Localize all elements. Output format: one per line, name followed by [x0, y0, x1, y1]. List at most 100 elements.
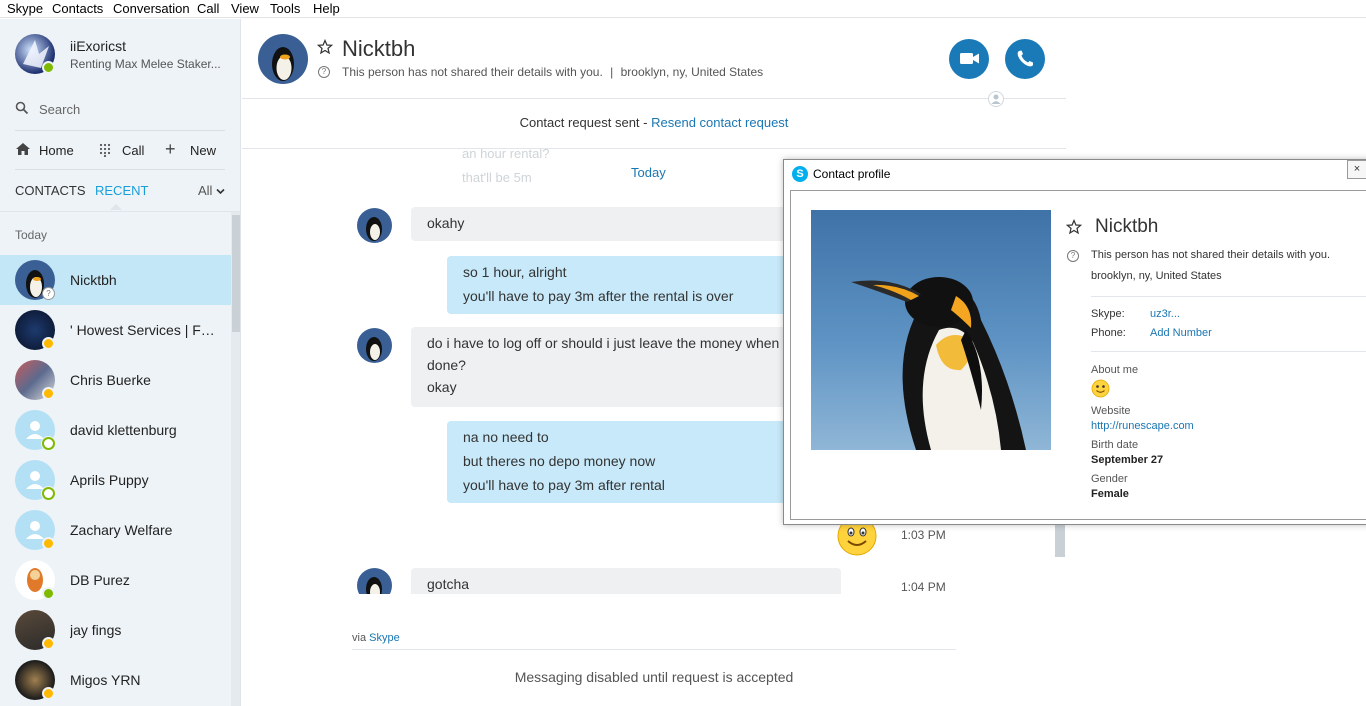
tab-contacts[interactable]: CONTACTS [15, 183, 86, 198]
video-call-button[interactable] [949, 39, 989, 79]
audio-call-button[interactable] [1005, 39, 1045, 79]
info-icon: ? [318, 66, 330, 78]
details-text: This person has not shared their details… [342, 65, 603, 79]
message-bubble-own[interactable]: so 1 hour, alright you'll have to pay 3m… [447, 256, 807, 314]
gender-value: Female [1091, 488, 1129, 500]
sender-avatar [357, 568, 392, 594]
status-away-icon [42, 337, 55, 350]
website-link[interactable]: http://runescape.com [1091, 420, 1194, 432]
search-icon [15, 101, 29, 118]
contact-item[interactable]: ? Nicktbh [0, 255, 231, 305]
contact-avatar[interactable] [258, 34, 308, 84]
sender-avatar [357, 328, 392, 363]
contact-item[interactable]: jay fings [0, 605, 231, 655]
status-online-icon [42, 587, 55, 600]
menu-conversation[interactable]: Conversation [113, 1, 190, 16]
message-bubble[interactable]: do i have to log off or should i just le… [411, 327, 811, 407]
contact-name: Chris Buerke [70, 372, 151, 388]
message-line: na no need to [463, 429, 549, 445]
home-icon [15, 142, 31, 159]
contact-name: Nicktbh [70, 272, 117, 288]
faded-message: an hour rental? [462, 149, 550, 161]
filter-dropdown[interactable]: All [198, 183, 225, 198]
separator: | [610, 65, 614, 79]
status-away-icon [42, 637, 55, 650]
contact-item[interactable]: DB Purez [0, 555, 231, 605]
contact-name: Aprils Puppy [70, 472, 149, 488]
status-offline-icon [42, 437, 55, 450]
sender-avatar [357, 208, 392, 243]
contact-name: Zachary Welfare [70, 522, 173, 538]
profile-photo[interactable] [811, 210, 1051, 450]
message-bubble-own[interactable]: na no need to but theres no depo money n… [447, 421, 807, 503]
contact-name: Migos YRN [70, 672, 141, 688]
add-number-link[interactable]: Add Number [1150, 327, 1212, 339]
contact-item[interactable]: Migos YRN [0, 655, 231, 705]
phone-label: Phone: [1091, 327, 1126, 339]
contact-profile-window: S Contact profile × Nicktbh ? This perso… [783, 159, 1366, 525]
tab-recent[interactable]: RECENT [95, 183, 148, 198]
favorite-star-icon[interactable] [1065, 218, 1083, 238]
contact-item[interactable]: Aprils Puppy [0, 455, 231, 505]
message-line: gotcha [427, 576, 470, 592]
divider [1091, 351, 1366, 352]
contact-name-title: Nicktbh [342, 36, 416, 61]
location-text: brooklyn, ny, United States [620, 65, 764, 79]
chevron-down-icon [216, 183, 225, 198]
skype-label: Skype: [1091, 308, 1125, 320]
header-divider [242, 98, 1066, 99]
message-line: okahy [427, 215, 465, 231]
menu-help[interactable]: Help [313, 1, 340, 16]
dialpad-icon [99, 143, 111, 160]
search-input[interactable]: Search [39, 102, 80, 117]
menu-contacts[interactable]: Contacts [52, 1, 103, 16]
divider [15, 130, 225, 131]
skype-name-value[interactable]: uz3r... [1150, 308, 1180, 320]
message-time: 1:04 PM [901, 580, 946, 594]
scrollbar-thumb[interactable] [232, 215, 240, 332]
contact-item[interactable]: Zachary Welfare [0, 505, 231, 555]
message-time: 1:03 PM [901, 528, 946, 542]
status-offline-icon [42, 487, 55, 500]
contact-details-line: This person has not shared their details… [342, 65, 763, 79]
menu-skype[interactable]: Skype [7, 1, 43, 16]
favorite-star-icon[interactable] [316, 38, 334, 58]
skype-logo-icon: S [792, 166, 808, 182]
contact-name: jay fings [70, 622, 122, 638]
via-line: via Skype [352, 632, 400, 644]
message-line: but theres no depo money now [463, 453, 656, 469]
section-today: Today [15, 228, 48, 242]
new-button[interactable]: New [190, 143, 216, 158]
messaging-disabled-notice: Messaging disabled until request is acce… [514, 669, 794, 685]
via-skype-link[interactable]: Skype [369, 632, 400, 644]
message-bubble[interactable]: gotcha [411, 568, 841, 594]
message-bubble[interactable]: okahy [411, 207, 811, 241]
contact-name: david klettenburg [70, 422, 177, 438]
profile-location: brooklyn, ny, United States [1091, 270, 1222, 282]
message-line: do i have to log off or should i just le… [427, 335, 802, 351]
close-icon[interactable]: × [1347, 160, 1366, 179]
contact-item[interactable]: ' Howest Services | For... [0, 305, 231, 355]
profile-name: Nicktbh [1095, 216, 1159, 237]
contact-name: ' Howest Services | For... [70, 322, 220, 338]
plus-icon: + [165, 139, 176, 159]
call-button[interactable]: Call [122, 143, 144, 158]
resend-request-link[interactable]: Resend contact request [651, 115, 788, 130]
menu-bar: Skype Contacts Conversation Call View To… [0, 0, 1366, 18]
menu-call[interactable]: Call [197, 1, 219, 16]
message-line: done? [427, 357, 466, 373]
divider [1091, 296, 1366, 297]
own-name[interactable]: iiExoricst [70, 38, 126, 54]
phone-icon [1017, 50, 1033, 67]
menu-tools[interactable]: Tools [270, 1, 300, 16]
popup-title: Contact profile [813, 167, 891, 181]
status-away-icon [42, 687, 55, 700]
participants-icon[interactable] [988, 91, 1004, 107]
menu-view[interactable]: View [231, 1, 259, 16]
contact-item[interactable]: david klettenburg [0, 405, 231, 455]
home-button[interactable]: Home [39, 143, 74, 158]
own-mood[interactable]: Renting Max Melee Staker... [70, 57, 221, 71]
request-sent-text: Contact request sent - [519, 115, 648, 130]
contact-item[interactable]: Chris Buerke [0, 355, 231, 405]
message-line: you'll have to pay 3m after rental [463, 477, 665, 493]
